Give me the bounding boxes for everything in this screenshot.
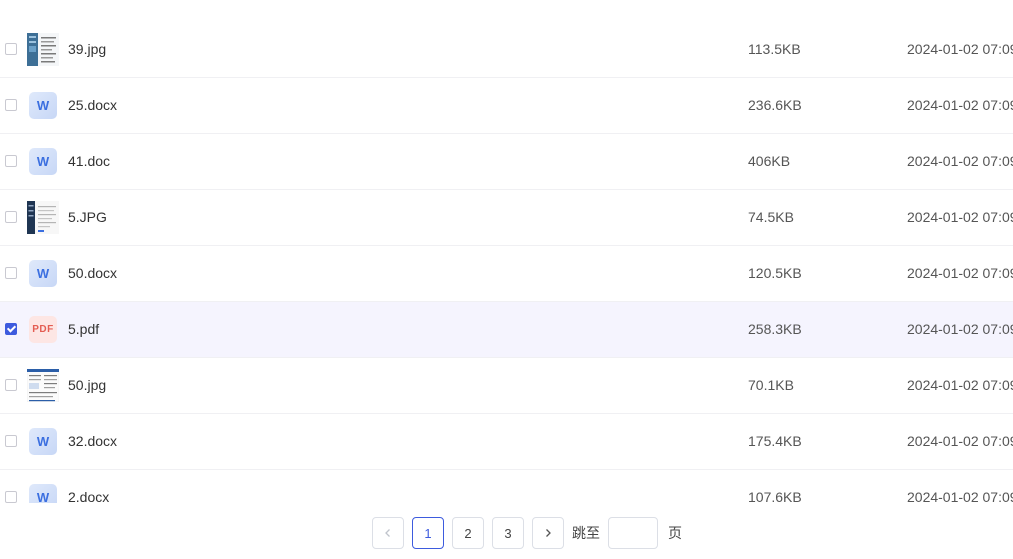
file-size: 175.4KB <box>748 433 802 449</box>
row-checkbox[interactable] <box>5 99 17 111</box>
file-row[interactable]: 5.JPG 74.5KB 2024-01-02 07:09 <box>0 190 1013 246</box>
file-name[interactable]: 39.jpg <box>68 41 106 57</box>
file-name[interactable]: 32.docx <box>68 433 117 449</box>
file-name[interactable]: 5.JPG <box>68 209 107 225</box>
row-checkbox[interactable] <box>5 155 17 167</box>
image-thumbnail-icon <box>27 369 59 402</box>
file-name[interactable]: 2.docx <box>68 489 109 503</box>
row-checkbox[interactable] <box>5 43 17 55</box>
file-row[interactable]: W 32.docx 175.4KB 2024-01-02 07:09 <box>0 414 1013 470</box>
row-checkbox[interactable] <box>5 435 17 447</box>
word-file-icon: W <box>29 92 57 119</box>
file-size: 113.5KB <box>748 41 801 57</box>
pagination: 1 2 3 跳至 页 <box>372 517 682 549</box>
file-name[interactable]: 50.jpg <box>68 377 106 393</box>
file-date: 2024-01-02 07:09 <box>907 41 1013 57</box>
file-date: 2024-01-02 07:09 <box>907 377 1013 393</box>
file-list: 39.jpg 113.5KB 2024-01-02 07:09 W 25.doc… <box>0 22 1013 503</box>
file-date: 2024-01-02 07:09 <box>907 265 1013 281</box>
file-row-selected[interactable]: PDF 5.pdf 258.3KB 2024-01-02 07:09 <box>0 302 1013 358</box>
jump-to-page-input[interactable] <box>608 517 658 549</box>
file-name[interactable]: 25.docx <box>68 97 117 113</box>
chevron-right-icon <box>546 529 551 537</box>
row-checkbox[interactable] <box>5 267 17 279</box>
file-row[interactable]: 50.jpg 70.1KB 2024-01-02 07:09 <box>0 358 1013 414</box>
file-date: 2024-01-02 07:09 <box>907 433 1013 449</box>
file-row[interactable]: 39.jpg 113.5KB 2024-01-02 07:09 <box>0 22 1013 78</box>
file-size: 236.6KB <box>748 97 802 113</box>
word-file-icon: W <box>29 428 57 455</box>
file-name[interactable]: 5.pdf <box>68 321 99 337</box>
file-row[interactable]: W 2.docx 107.6KB 2024-01-02 07:09 <box>0 470 1013 503</box>
row-checkbox[interactable] <box>5 211 17 223</box>
word-file-icon: W <box>29 484 57 503</box>
file-size: 107.6KB <box>748 489 802 503</box>
file-date: 2024-01-02 07:09 <box>907 97 1013 113</box>
word-file-icon: W <box>29 260 57 287</box>
file-size: 406KB <box>748 153 791 169</box>
row-checkbox[interactable] <box>5 379 17 391</box>
page-button-3[interactable]: 3 <box>492 517 524 549</box>
file-row[interactable]: W 41.doc 406KB 2024-01-02 07:09 <box>0 134 1013 190</box>
jump-to-label: 跳至 <box>572 525 600 541</box>
file-size: 258.3KB <box>748 321 802 337</box>
file-name[interactable]: 41.doc <box>68 153 110 169</box>
file-name[interactable]: 50.docx <box>68 265 117 281</box>
file-date: 2024-01-02 07:09 <box>907 153 1013 169</box>
pdf-file-icon: PDF <box>29 316 57 343</box>
file-row[interactable]: W 50.docx 120.5KB 2024-01-02 07:09 <box>0 246 1013 302</box>
file-size: 120.5KB <box>748 265 802 281</box>
word-file-icon: W <box>29 148 57 175</box>
file-size: 74.5KB <box>748 209 794 225</box>
row-checkbox-checked[interactable] <box>5 323 17 335</box>
page-button-1[interactable]: 1 <box>412 517 444 549</box>
image-thumbnail-icon <box>27 201 59 234</box>
page-unit-label: 页 <box>668 525 682 541</box>
file-date: 2024-01-02 07:09 <box>907 489 1013 503</box>
prev-page-button[interactable] <box>372 517 404 549</box>
file-date: 2024-01-02 07:09 <box>907 209 1013 225</box>
next-page-button[interactable] <box>532 517 564 549</box>
chevron-left-icon <box>385 529 390 537</box>
file-row[interactable]: W 25.docx 236.6KB 2024-01-02 07:09 <box>0 78 1013 134</box>
file-date: 2024-01-02 07:09 <box>907 321 1013 337</box>
image-thumbnail-icon <box>27 33 59 66</box>
row-checkbox[interactable] <box>5 491 17 503</box>
page-button-2[interactable]: 2 <box>452 517 484 549</box>
file-size: 70.1KB <box>748 377 794 393</box>
